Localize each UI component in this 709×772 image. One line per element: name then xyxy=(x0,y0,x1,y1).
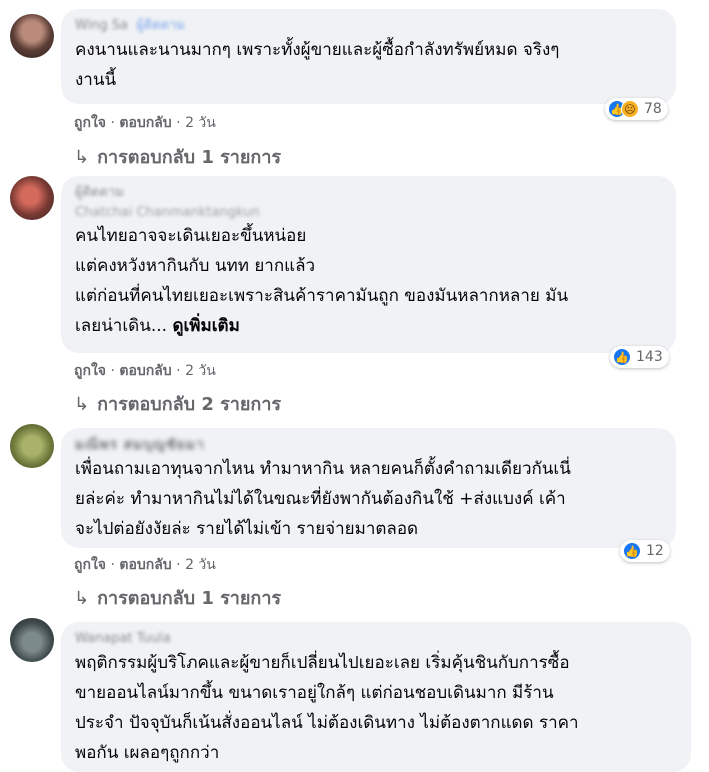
comment-actions: ถูกใจ · ตอบกลับ · 2 วัน xyxy=(74,557,216,573)
author-subname[interactable]: Chatchai Chanmanktangkun xyxy=(75,204,662,221)
see-more-link[interactable]: ดูเพิ่มเติม xyxy=(172,316,239,336)
author-name[interactable]: ผู้ติดตาม xyxy=(75,184,662,202)
comment-text: พฤติกรรมผู้บริโภคและผู้ขายก็เปลี่ยนไปเยอ… xyxy=(75,653,579,763)
comment-bubble: ผู้ติดตาม Chatchai Chanmanktangkun คนไทย… xyxy=(61,176,676,353)
reply-link[interactable]: ตอบกลับ xyxy=(119,363,171,379)
sad-icon: ☹ xyxy=(621,100,639,118)
avatar[interactable] xyxy=(10,618,54,662)
reply-arrow-icon: ↳ xyxy=(74,147,90,168)
like-link[interactable]: ถูกใจ xyxy=(74,363,106,379)
reaction-summary[interactable]: 👍 12 xyxy=(620,540,670,562)
like-link[interactable]: ถูกใจ xyxy=(74,557,106,573)
timestamp[interactable]: 2 วัน xyxy=(185,115,216,131)
comment-text: คงนานและนานมากๆ เพราะทั้งผู้ขายและผู้ซื้… xyxy=(75,40,560,90)
view-replies[interactable]: ↳ การตอบกลับ 1 รายการ xyxy=(74,583,281,612)
reaction-count: 12 xyxy=(646,543,664,559)
view-replies[interactable]: ↳ การตอบกลับ 1 รายการ xyxy=(74,142,281,171)
reply-arrow-icon: ↳ xyxy=(74,588,90,609)
comment-text: คนไทยอาจจะเดินเยอะขึ้นหน่อย แต่คงหวังหาก… xyxy=(75,226,569,336)
avatar[interactable] xyxy=(10,14,54,58)
comment-text: เพื่อนถามเอาทุนจากไหน ทำมาหากิน หลายคนก็… xyxy=(75,459,571,539)
comment-actions: ถูกใจ · ตอบกลับ · 2 วัน xyxy=(74,363,216,379)
replies-label: การตอบกลับ 1 รายการ xyxy=(97,588,282,609)
replies-label: การตอบกลับ 2 รายการ xyxy=(97,394,282,415)
author-name[interactable]: Wanapat Tuula xyxy=(75,630,677,648)
comment-bubble: Wanapat Tuula พฤติกรรมผู้บริโภคและผู้ขาย… xyxy=(61,622,691,772)
reaction-summary[interactable]: 👍 143 xyxy=(610,346,669,368)
comment-actions: ถูกใจ · ตอบกลับ · 2 วัน xyxy=(74,115,216,131)
reply-link[interactable]: ตอบกลับ xyxy=(119,115,171,131)
author-name[interactable]: Wing Sa ผู้ติดตาม xyxy=(75,17,662,35)
view-replies[interactable]: ↳ การตอบกลับ 2 รายการ xyxy=(74,389,281,418)
reaction-summary[interactable]: 👍 ☹ 78 xyxy=(605,98,668,120)
avatar[interactable] xyxy=(10,176,54,220)
comment-bubble: มณีพร สมบุญชัยมา เพื่อนถามเอาทุนจากไหน ท… xyxy=(61,428,676,548)
like-link[interactable]: ถูกใจ xyxy=(74,115,106,131)
reaction-count: 143 xyxy=(636,349,663,365)
reply-link[interactable]: ตอบกลับ xyxy=(119,557,171,573)
comment-bubble: Wing Sa ผู้ติดตาม คงนานและนานมากๆ เพราะท… xyxy=(61,9,676,104)
like-icon: 👍 xyxy=(623,542,641,560)
reply-arrow-icon: ↳ xyxy=(74,394,90,415)
avatar[interactable] xyxy=(10,424,54,468)
reaction-count: 78 xyxy=(644,101,662,117)
author-name[interactable]: มณีพร สมบุญชัยมา xyxy=(75,436,662,454)
like-icon: 👍 xyxy=(613,348,631,366)
timestamp[interactable]: 2 วัน xyxy=(185,363,216,379)
timestamp[interactable]: 2 วัน xyxy=(185,557,216,573)
replies-label: การตอบกลับ 1 รายการ xyxy=(97,147,282,168)
